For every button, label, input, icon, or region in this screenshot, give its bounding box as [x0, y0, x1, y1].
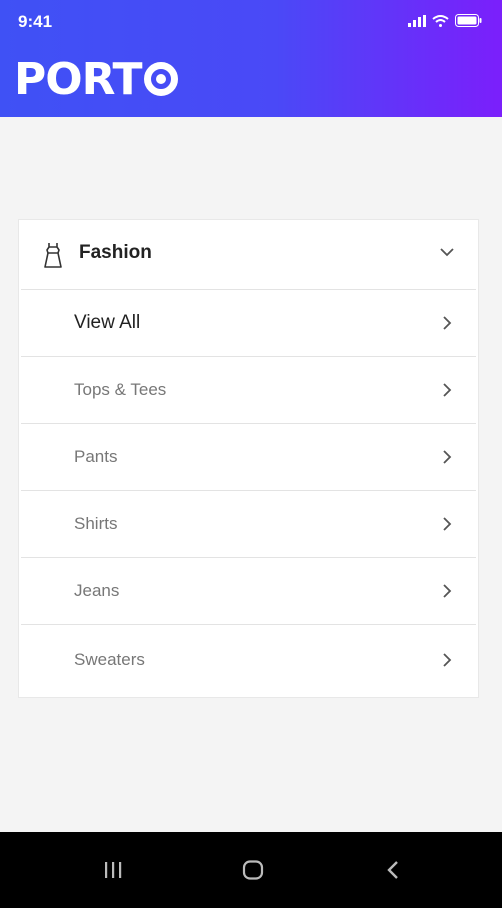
chevron-right-icon: [443, 516, 452, 531]
recent-apps-button[interactable]: [93, 850, 133, 890]
menu-item-view-all[interactable]: View All: [21, 289, 476, 357]
category-title: Fashion: [79, 242, 152, 263]
menu-item-label: Tops & Tees: [74, 379, 167, 399]
app-header: 9:41 PORT: [0, 0, 502, 117]
category-header-fashion[interactable]: Fashion: [21, 220, 476, 290]
chevron-right-icon: [443, 583, 452, 598]
menu-item-label: Pants: [74, 446, 118, 466]
category-menu: Fashion View All Tops & Tees Pants Shirt…: [18, 219, 479, 698]
signal-icon: [408, 14, 426, 27]
battery-icon: [455, 14, 482, 27]
wifi-icon: [432, 14, 449, 27]
chevron-right-icon: [443, 315, 452, 330]
menu-item-sweaters[interactable]: Sweaters: [21, 624, 476, 696]
menu-item-tops-tees[interactable]: Tops & Tees: [21, 356, 476, 424]
chevron-right-icon: [443, 449, 452, 464]
menu-item-label: Jeans: [74, 580, 120, 600]
chevron-down-icon[interactable]: [440, 248, 454, 257]
chevron-right-icon: [443, 382, 452, 397]
home-icon: [242, 860, 264, 880]
status-time: 9:41: [18, 12, 53, 31]
status-icons: [408, 14, 482, 27]
status-bar: 9:41: [0, 0, 502, 44]
menu-item-label: Shirts: [74, 513, 118, 533]
menu-item-label: Sweaters: [74, 650, 145, 669]
chevron-right-icon: [443, 653, 452, 667]
back-button[interactable]: [373, 850, 413, 890]
system-nav-bar: [0, 832, 502, 908]
menu-item-shirts[interactable]: Shirts: [21, 490, 476, 558]
menu-item-pants[interactable]: Pants: [21, 423, 476, 491]
home-button[interactable]: [233, 850, 273, 890]
logo-text: PORT: [14, 53, 143, 105]
menu-item-label: View All: [74, 311, 141, 333]
dress-icon: [44, 243, 62, 268]
recent-apps-icon: [105, 862, 122, 878]
porto-logo[interactable]: PORT: [14, 54, 178, 105]
menu-item-jeans[interactable]: Jeans: [21, 557, 476, 625]
logo-mark: [143, 62, 178, 96]
back-icon: [387, 861, 398, 879]
